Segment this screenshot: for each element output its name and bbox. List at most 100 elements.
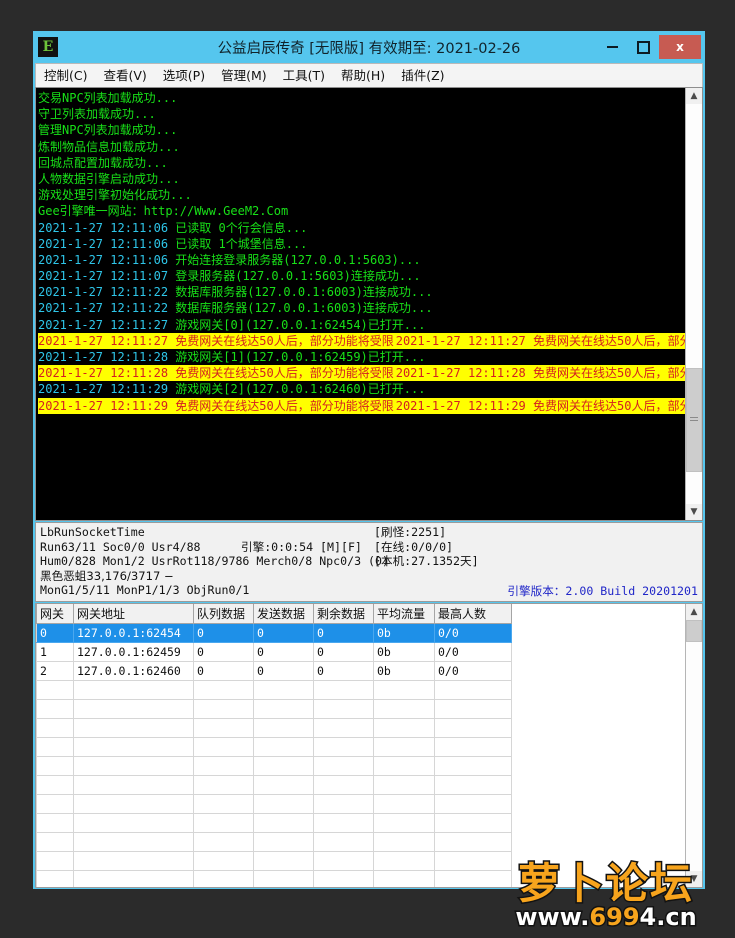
table-scroll-down-icon[interactable]: ▼ bbox=[686, 871, 702, 887]
table-cell-empty bbox=[36, 737, 74, 757]
log-message: 免费网关在线达50人后，部分功能将受限 bbox=[533, 333, 685, 348]
menu-item-6[interactable]: 插件(Z) bbox=[393, 65, 452, 86]
log-line: 回城点配置加载成功... bbox=[38, 155, 685, 171]
table-row-empty[interactable] bbox=[36, 832, 512, 852]
log-message: 人物数据引擎启动成功... bbox=[38, 171, 180, 186]
gateway-table-container[interactable]: 网关 网关地址 队列数据 发送数据 剩余数据 平均流量 最高人数 0 127.0.0.1:62… bbox=[36, 604, 685, 887]
log-line: 2021-1-27 12:11:22 数据库服务器(127.0.0.1:6003… bbox=[38, 284, 685, 300]
status-mong-line: MonG1/5/11 MonP1/1/3 ObjRun0/1 bbox=[40, 583, 250, 598]
table-cell-empty bbox=[373, 756, 435, 776]
log-message: 已读取 0个行会信息... bbox=[175, 220, 308, 235]
table-cell-empty bbox=[253, 832, 314, 852]
menu-item-2[interactable]: 选项(P) bbox=[155, 65, 213, 86]
table-cell: 0 bbox=[253, 623, 314, 643]
table-cell: 0 bbox=[253, 661, 314, 681]
table-row-empty[interactable] bbox=[36, 851, 512, 871]
menu-item-0[interactable]: 控制(C) bbox=[36, 65, 95, 86]
table-row[interactable]: 2 127.0.0.1:62460 0 0 0 0b 0/0 bbox=[36, 661, 512, 681]
log-message: 炼制物品信息加载成功... bbox=[38, 139, 180, 154]
table-row-empty[interactable] bbox=[36, 699, 512, 719]
log-line: 交易NPC列表加载成功... bbox=[38, 90, 685, 106]
table-cell-empty bbox=[313, 832, 374, 852]
close-button[interactable]: x bbox=[659, 35, 701, 59]
log-message: 管理NPC列表加载成功... bbox=[38, 123, 178, 138]
table-cell-empty bbox=[373, 832, 435, 852]
table-cell: 0 bbox=[313, 623, 374, 643]
table-scroll-track[interactable] bbox=[686, 620, 702, 871]
log-timestamp: 2021-1-27 12:11:22 bbox=[38, 301, 176, 316]
table-cell-empty bbox=[73, 699, 194, 719]
engine-version-label: 引擎版本：2.00 Build 20201201 bbox=[507, 584, 698, 598]
table-cell: 127.0.0.1:62454 bbox=[73, 623, 194, 643]
table-row-empty[interactable] bbox=[36, 813, 512, 833]
scroll-up-icon[interactable]: ▲ bbox=[686, 88, 702, 104]
table-scrollbar[interactable]: ▲ ▼ bbox=[685, 604, 702, 887]
table-cell-empty bbox=[313, 680, 374, 700]
log-line: 2021-1-27 12:11:27 游戏网关[0](127.0.0.1:624… bbox=[38, 317, 685, 333]
table-cell-empty bbox=[373, 775, 435, 795]
table-cell-empty bbox=[193, 756, 254, 776]
gateway-table-panel: 网关 网关地址 队列数据 发送数据 剩余数据 平均流量 最高人数 0 127.0.0.1:62… bbox=[35, 603, 703, 888]
log-scrollbar[interactable]: ▲ ▼ bbox=[685, 88, 702, 520]
table-cell-empty bbox=[434, 718, 512, 738]
table-cell-empty bbox=[373, 699, 435, 719]
maximize-button[interactable] bbox=[628, 35, 658, 59]
column-header[interactable]: 网关地址 bbox=[73, 604, 194, 624]
table-row-empty[interactable] bbox=[36, 775, 512, 795]
table-cell-empty bbox=[313, 756, 374, 776]
log-line: 2021-1-27 12:11:27 免费网关在线达50人后，部分功能将受限 bbox=[38, 332, 396, 349]
status-engine-timer: 引擎:0:0:54 [M][F] bbox=[241, 540, 362, 554]
log-output[interactable]: 交易NPC列表加载成功... 守卫列表加载成功... 管理NPC列表加载成功... 炼… bbox=[36, 88, 685, 520]
table-cell-empty bbox=[36, 870, 74, 887]
table-cell-empty bbox=[253, 699, 314, 719]
table-cell-empty bbox=[434, 813, 512, 833]
table-cell: 0 bbox=[193, 623, 254, 643]
menu-item-1[interactable]: 查看(V) bbox=[95, 65, 154, 86]
log-timestamp: 2021-1-27 12:11:29 bbox=[38, 382, 176, 397]
table-row-empty[interactable] bbox=[36, 680, 512, 700]
column-header[interactable]: 发送数据 bbox=[253, 604, 314, 624]
log-scroll-track[interactable] bbox=[686, 104, 702, 504]
table-row-empty[interactable] bbox=[36, 756, 512, 776]
column-header[interactable]: 平均流量 bbox=[373, 604, 435, 624]
table-cell-empty bbox=[73, 756, 194, 776]
table-row[interactable]: 0 127.0.0.1:62454 0 0 0 0b 0/0 bbox=[36, 623, 512, 643]
table-scroll-up-icon[interactable]: ▲ bbox=[686, 604, 702, 620]
status-uptime: [本机:27.1352天] bbox=[374, 554, 479, 569]
table-body: 0 127.0.0.1:62454 0 0 0 0b 0/0 1 127.0.0.1:62459… bbox=[36, 623, 512, 887]
log-message: 免费网关在线达50人后，部分功能将受限 bbox=[175, 333, 394, 348]
log-message: 游戏处理引擎初始化成功... bbox=[38, 188, 192, 203]
table-row-empty[interactable] bbox=[36, 794, 512, 814]
log-scroll-thumb[interactable] bbox=[686, 368, 702, 472]
scroll-down-icon[interactable]: ▼ bbox=[686, 504, 702, 520]
menu-item-4[interactable]: 工具(T) bbox=[275, 65, 333, 86]
table-row[interactable]: 1 127.0.0.1:62459 0 0 0 0b 0/0 bbox=[36, 642, 512, 662]
table-cell-empty bbox=[193, 870, 254, 887]
minimize-button[interactable] bbox=[597, 35, 627, 59]
table-cell-empty bbox=[434, 870, 512, 887]
log-timestamp: 2021-1-27 12:11:06 bbox=[38, 236, 176, 251]
table-row-empty[interactable] bbox=[36, 870, 512, 887]
menu-item-5[interactable]: 帮助(H) bbox=[333, 65, 393, 86]
table-cell-empty bbox=[193, 813, 254, 833]
table-cell-empty bbox=[373, 813, 435, 833]
column-header[interactable]: 剩余数据 bbox=[313, 604, 374, 624]
table-cell-empty bbox=[434, 775, 512, 795]
log-line: 2021-1-27 12:11:29 免费网关在线达50人后，部分功能将受限 bbox=[395, 397, 685, 414]
table-row-empty[interactable] bbox=[36, 737, 512, 757]
menu-item-3[interactable]: 管理(M) bbox=[213, 65, 275, 86]
log-message: 数据库服务器(127.0.0.1:6003)连接成功... bbox=[175, 285, 433, 300]
table-cell-empty bbox=[36, 794, 74, 814]
table-scroll-thumb[interactable] bbox=[686, 620, 702, 642]
log-timestamp: 2021-1-27 12:11:06 bbox=[38, 252, 176, 267]
log-message: 交易NPC列表加载成功... bbox=[38, 91, 178, 105]
column-header[interactable]: 最高人数 bbox=[434, 604, 512, 624]
log-timestamp: 2021-1-27 12:11:27 bbox=[38, 317, 176, 332]
table-cell-empty bbox=[36, 851, 74, 871]
table-cell-empty bbox=[193, 775, 254, 795]
column-header[interactable]: 队列数据 bbox=[193, 604, 254, 624]
column-header[interactable]: 网关 bbox=[36, 604, 74, 624]
table-row-empty[interactable] bbox=[36, 718, 512, 738]
log-line: 2021-1-27 12:11:06 已读取 0个行会信息... bbox=[38, 220, 685, 236]
log-message: 数据库服务器(127.0.0.1:6003)连接成功... bbox=[175, 301, 433, 316]
